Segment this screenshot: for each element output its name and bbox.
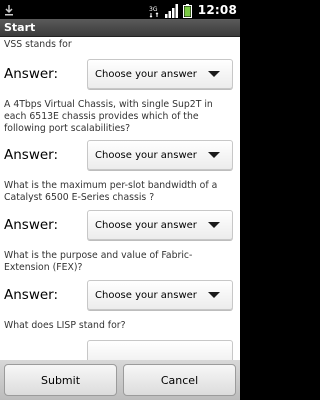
- answer-label: Answer:: [4, 217, 59, 233]
- answer-row: Answer: Choose your answer: [3, 57, 237, 91]
- answer-label: Answer:: [4, 66, 59, 82]
- dropdown-arrow-icon: [208, 152, 220, 158]
- clock: 12:08: [197, 2, 237, 17]
- answer-dropdown[interactable]: Choose your answer: [87, 210, 233, 240]
- answer-label: Answer:: [4, 287, 59, 303]
- submit-button[interactable]: Submit: [4, 364, 117, 396]
- answer-dropdown[interactable]: Choose your answer: [87, 140, 233, 170]
- question-text: A 4Tbps Virtual Chassis, with single Sup…: [4, 99, 213, 134]
- dropdown-value: Choose your answer: [95, 68, 197, 80]
- question-block: A 4Tbps Virtual Chassis, with single Sup…: [3, 91, 237, 172]
- question-block: What is the purpose and value of Fabric-…: [3, 242, 237, 312]
- svg-text:3G: 3G: [149, 6, 158, 13]
- question-text: What does LISP stand for?: [4, 320, 126, 331]
- dropdown-arrow-icon: [208, 292, 220, 298]
- dropdown-value: Choose your answer: [95, 219, 197, 231]
- battery-icon: [182, 3, 192, 18]
- answer-row: Answer: Choose your answer: [3, 138, 237, 172]
- question-text: What is the maximum per-slot bandwidth o…: [4, 180, 218, 203]
- action-bar: Submit Cancel: [0, 360, 240, 400]
- app-title-bar: Start: [0, 19, 240, 37]
- quiz-scroll-area[interactable]: VSS stands for Answer: Choose your answe…: [0, 37, 240, 360]
- cancel-button[interactable]: Cancel: [123, 364, 236, 396]
- dropdown-arrow-icon: [208, 222, 220, 228]
- page-title: Start: [4, 21, 36, 34]
- status-bar: 3G 12:08: [0, 0, 240, 19]
- question-block: What is the maximum per-slot bandwidth o…: [3, 172, 237, 242]
- network-type-icon: 3G: [149, 3, 161, 18]
- signal-strength-icon: [164, 3, 179, 18]
- dropdown-value: Choose your answer: [95, 149, 197, 161]
- question-text: VSS stands for: [4, 39, 72, 50]
- answer-dropdown[interactable]: Choose your answer: [87, 59, 233, 89]
- answer-row: Answer: Choose your answer: [3, 278, 237, 312]
- question-block: VSS stands for Answer: Choose your answe…: [3, 37, 237, 91]
- answer-dropdown[interactable]: Choose your answer: [87, 280, 233, 310]
- dropdown-value: Choose your answer: [95, 289, 197, 301]
- answer-dropdown[interactable]: [87, 340, 233, 360]
- dropdown-arrow-icon: [208, 71, 220, 77]
- answer-label: Answer:: [4, 147, 59, 163]
- question-text: What is the purpose and value of Fabric-…: [4, 250, 193, 273]
- answer-row: Answer: Choose your answer: [3, 208, 237, 242]
- question-block: What does LISP stand for?: [3, 312, 237, 360]
- answer-row-partial: [3, 338, 237, 360]
